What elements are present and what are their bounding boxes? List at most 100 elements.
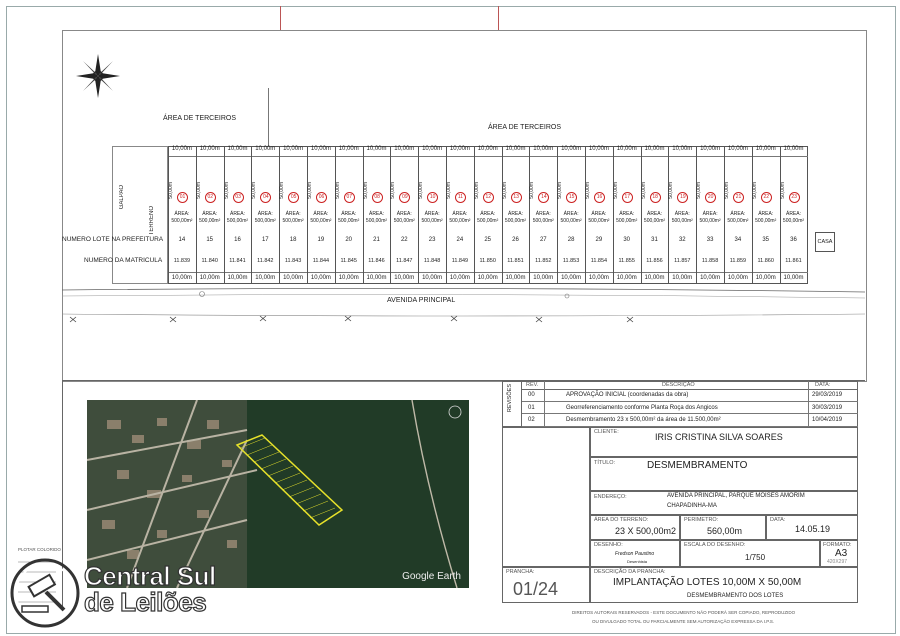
lot-bottom-dim: 10,00m — [338, 275, 359, 281]
desenho-label: DESENHO: — [594, 542, 623, 548]
formato-value: A3 — [835, 548, 848, 559]
desc-prancha-value: IMPLANTAÇÃO LOTES 10,00M X 50,00M — [613, 577, 802, 588]
lot-bottom-dim: 10,00m — [227, 275, 248, 281]
lot-area-label: ÁREA: — [229, 211, 245, 217]
google-earth-brand: Google Earth — [402, 571, 461, 582]
data-box: DATA: 14.05.19 — [766, 515, 858, 540]
lot-circle: 08 — [371, 192, 383, 203]
lot-area-label: ÁREA: — [396, 211, 412, 217]
lot-number: 22 — [400, 237, 408, 243]
lot-bottom-dim: 10,00m — [672, 275, 693, 281]
lot-matricula: 11.856 — [646, 258, 663, 264]
lot-top-dim: 10,00m — [505, 146, 526, 152]
lot-number: 28 — [567, 237, 575, 243]
lot-number: 36 — [790, 237, 797, 243]
lot-area: ÁREA: 500,00m² — [529, 211, 557, 225]
lot-number: 33 — [706, 237, 714, 243]
endereco-box: ENDEREÇO: AVENIDA PRINCIPAL, PARQUE MOIS… — [590, 491, 858, 515]
perimetro-label: PERIMETRO: — [684, 517, 719, 523]
lot-area-label: ÁREA: — [646, 211, 662, 217]
lot-top-dim: 10,00m — [338, 146, 359, 152]
titulo-value: DESMEMBRAMENTO — [647, 460, 748, 471]
lot-area-value: 500,00m² — [338, 218, 360, 224]
escala-value: 1/750 — [745, 553, 766, 562]
lot-area-label: ÁREA: — [341, 211, 357, 217]
lot-matricula: 11.846 — [368, 258, 385, 264]
lot-bottom-dim: 10,00m — [422, 275, 443, 281]
lot-circle: 02 — [204, 192, 216, 203]
lot-top-dim: 10,00m — [283, 146, 304, 152]
lot-area-value: 500,00m² — [588, 218, 610, 224]
lot-number: 31 — [651, 237, 658, 243]
lot-number: 30 — [623, 237, 631, 243]
revision-rows: 00 APROVAÇÃO INICIAL (coordenadas da obra… — [522, 381, 858, 427]
avenida-road — [62, 288, 865, 323]
lot-area-value: 500,00m² — [421, 218, 443, 224]
lot-area: ÁREA: 500,00m² — [196, 211, 224, 225]
cliente-value: IRIS CRISTINA SILVA SOARES — [655, 432, 783, 442]
logo-line1: Central Sul — [83, 561, 216, 591]
lot-circle: 18 — [649, 192, 661, 203]
lot-matricula: 11.839 — [173, 258, 191, 264]
lot-area-label: ÁREA: — [674, 211, 690, 217]
plotar-title: PLOTAR COLORIDO — [18, 547, 61, 552]
lot-circle: 12 — [482, 192, 494, 203]
revision-date: 10/04/2019 — [812, 417, 843, 424]
lot-number: 27 — [539, 237, 547, 243]
lot-area-value: 500,00m² — [643, 218, 666, 224]
lot-side-dim: 50,00m — [557, 182, 564, 199]
lot-area-label: ÁREA: — [730, 211, 746, 217]
lot-area: ÁREA: 500,00m² — [585, 211, 613, 225]
lot-top-dim: 10,00m — [727, 146, 748, 152]
lot-area-value: 500,00m² — [199, 218, 221, 224]
footer-line1: DIREITOS AUTORAIS RESERVADOS - ESTE DOCU… — [572, 610, 796, 615]
lot-area: ÁREA: 500,00m² — [752, 211, 780, 225]
lot-matricula: 11.843 — [284, 258, 302, 264]
lot-matricula: 11.849 — [451, 258, 469, 264]
lot-area-value: 500,00m² — [449, 218, 471, 224]
lot-area-label: ÁREA: — [174, 211, 190, 217]
lot-matricula: 11.861 — [785, 258, 802, 264]
lot-side-dim: 50,00m — [640, 182, 647, 199]
lot-number: 34 — [734, 237, 742, 243]
lot-area-value: 500,00m² — [254, 218, 276, 224]
lot-area-label: ÁREA: — [424, 211, 440, 217]
lot-side-dim: 50,00m — [751, 182, 758, 199]
lot-bottom-dim: 10,00m — [588, 275, 609, 281]
endereco-label: ENDEREÇO: — [594, 494, 627, 500]
logo-line2: de Leilões — [83, 587, 207, 617]
lot-top-dim: 10,00m — [199, 146, 220, 152]
lot-area-value: 500,00m² — [699, 218, 721, 224]
lot-bottom-dim: 10,00m — [255, 275, 276, 281]
cliente-label: CLIENTE: — [594, 429, 619, 435]
lot-area-label: ÁREA: — [758, 211, 774, 217]
lot-area: ÁREA: 500,00m² — [474, 211, 502, 225]
lot-top-dim: 10,00m — [588, 146, 609, 152]
lot-top-dim: 10,00m — [644, 146, 665, 152]
lot-area-value: 500,00m² — [532, 218, 554, 224]
formato-sub: 420X297 — [827, 559, 848, 565]
escala-box: ESCALA DO DESENHO: 1/750 — [680, 540, 820, 567]
lot-area-label: ÁREA: — [563, 211, 579, 217]
lot-number: 18 — [289, 237, 297, 243]
lot-number: 23 — [428, 237, 436, 243]
rev-sep — [544, 381, 545, 427]
lot-matricula: 11.841 — [229, 258, 246, 264]
lot-matricula: 11.844 — [312, 258, 330, 264]
lot-top-dim: 10,00m — [561, 146, 582, 152]
revision-rev: 00 — [528, 392, 535, 398]
lot-circle: 03 — [232, 192, 244, 203]
lot-matricula: 11.857 — [674, 258, 691, 264]
lot-circle: 23 — [788, 192, 800, 203]
lot-area-label: ÁREA: — [452, 211, 468, 217]
lot-side-dim: 50,00m — [195, 182, 202, 199]
lot-number: 35 — [762, 237, 770, 243]
lot-circle: 16 — [594, 192, 605, 203]
lot-side-dim: 50,00m — [223, 182, 230, 199]
lot-top-dim: 10,00m — [783, 146, 804, 152]
lot-area: ÁREA: 500,00m² — [307, 211, 335, 225]
revision-desc: Georreferenciamento conforme Planta Roça… — [566, 404, 718, 411]
lot-area: ÁREA: 500,00m² — [641, 211, 669, 225]
lot-area: ÁREA: 500,00m² — [390, 211, 418, 225]
lot-area-value: 500,00m² — [504, 218, 527, 224]
